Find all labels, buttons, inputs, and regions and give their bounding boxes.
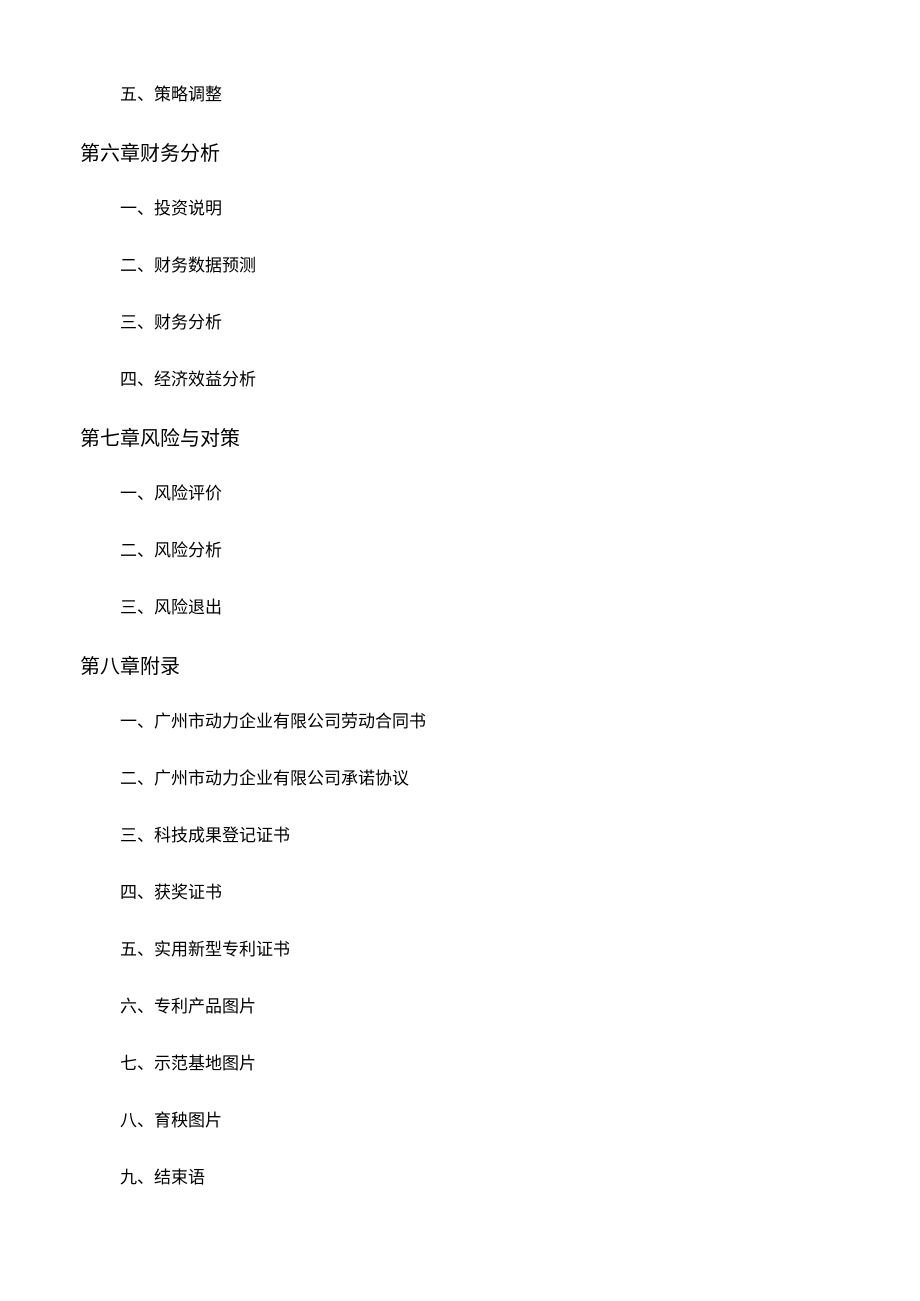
toc-sub-item: 八、育秧图片 [120, 1106, 840, 1131]
toc-sub-item: 七、示范基地图片 [120, 1049, 840, 1074]
toc-sub-item: 四、经济效益分析 [120, 365, 840, 390]
toc-sub-item: 九、结束语 [120, 1163, 840, 1188]
toc-sub-item: 三、风险退出 [120, 593, 840, 618]
toc-sub-item: 四、获奖证书 [120, 878, 840, 903]
toc-sub-item: 三、财务分析 [120, 308, 840, 333]
toc-sub-item: 一、投资说明 [120, 194, 840, 219]
toc-sub-item: 五、实用新型专利证书 [120, 935, 840, 960]
chapter-heading-8: 第八章附录 [80, 650, 840, 679]
toc-sub-item: 二、广州市动力企业有限公司承诺协议 [120, 764, 840, 789]
toc-sub-item: 三、科技成果登记证书 [120, 821, 840, 846]
toc-sub-item: 六、专利产品图片 [120, 992, 840, 1017]
toc-sub-item: 二、财务数据预测 [120, 251, 840, 276]
chapter-heading-6: 第六章财务分析 [80, 137, 840, 166]
toc-sub-item: 二、风险分析 [120, 536, 840, 561]
toc-sub-item: 一、风险评价 [120, 479, 840, 504]
toc-sub-item: 一、广州市动力企业有限公司劳动合同书 [120, 707, 840, 732]
toc-sub-item: 五、策略调整 [120, 80, 840, 105]
chapter-heading-7: 第七章风险与对策 [80, 422, 840, 451]
